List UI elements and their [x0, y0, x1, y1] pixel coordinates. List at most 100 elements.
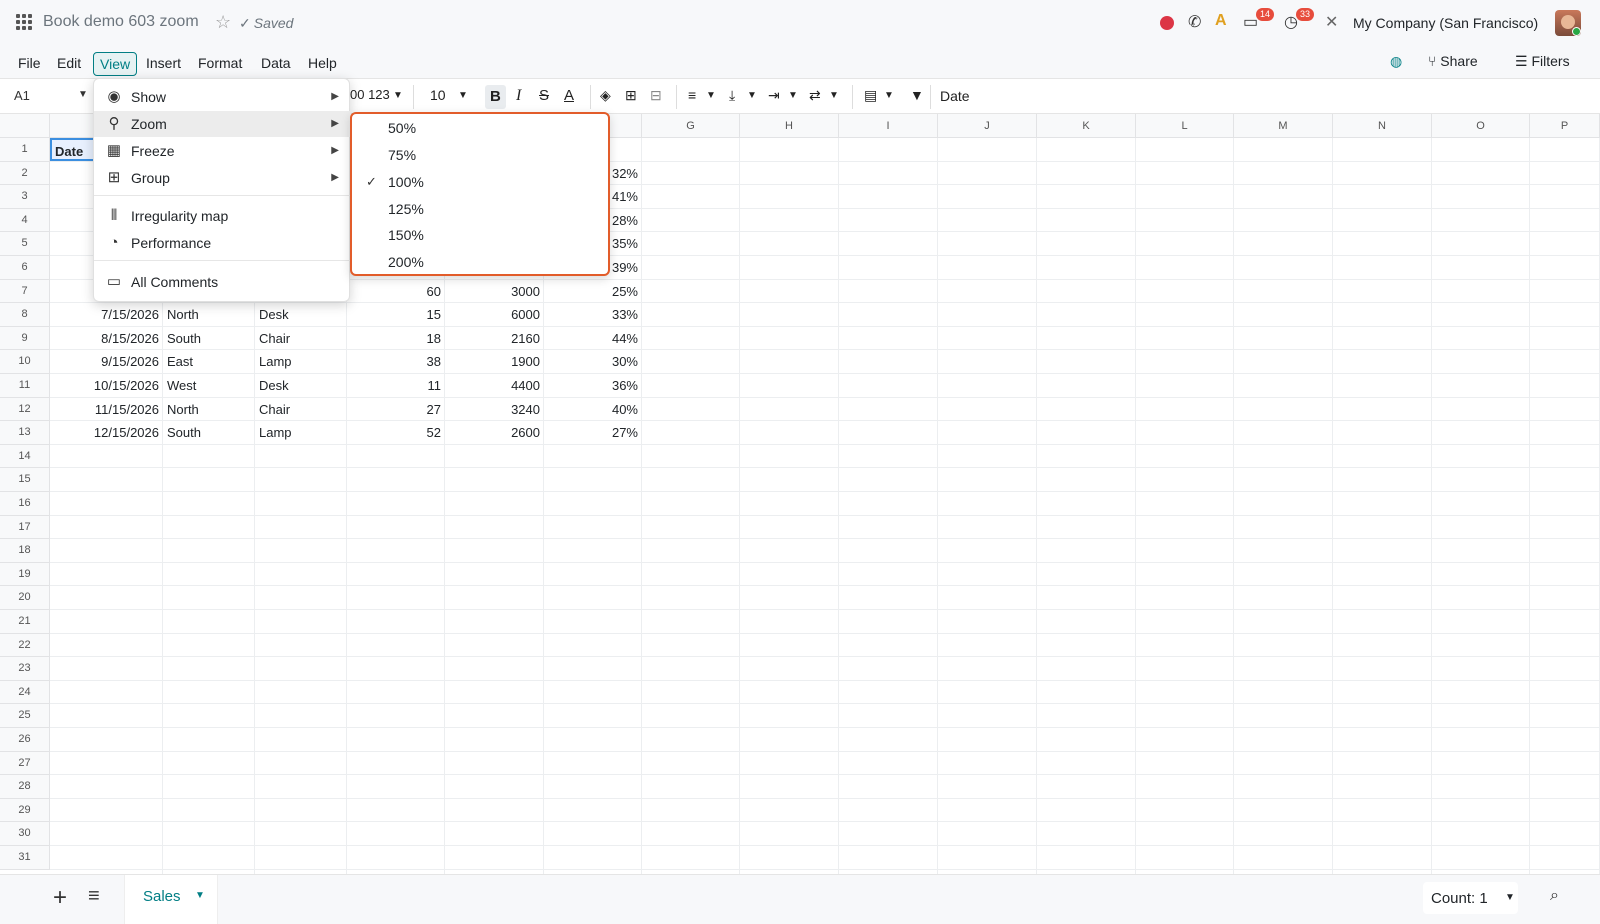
cell[interactable]: Desk [259, 378, 289, 393]
cell[interactable]: 33% [544, 307, 638, 322]
row-header[interactable]: 10 [0, 350, 50, 374]
row-header[interactable]: 22 [0, 633, 50, 658]
document-title[interactable]: Book demo 603 zoom [43, 13, 199, 31]
zoom-option-100[interactable]: ✓ 100% [352, 169, 607, 195]
cell[interactable]: South [167, 425, 201, 440]
zoom-option-50[interactable]: 50% [352, 115, 607, 141]
menu-format[interactable]: Format [192, 52, 248, 74]
row-header[interactable]: 25 [0, 704, 50, 728]
text-color-icon[interactable]: A [564, 87, 574, 104]
chevron-down-icon[interactable]: ▼ [195, 890, 205, 901]
chevron-down-icon[interactable]: ▼ [706, 90, 716, 101]
cell[interactable]: 27 [347, 402, 441, 417]
cell[interactable]: South [167, 331, 201, 346]
row-header[interactable]: 27 [0, 751, 50, 776]
cell[interactable]: East [167, 354, 193, 369]
column-header[interactable]: N [1333, 114, 1432, 138]
cell[interactable]: West [167, 378, 196, 393]
cell[interactable]: 2160 [445, 331, 540, 346]
align-vertical-icon[interactable]: ⤓ [729, 87, 735, 104]
column-header[interactable]: O [1432, 114, 1530, 138]
star-icon[interactable]: ☆ [215, 12, 231, 33]
cell[interactable]: North [167, 402, 199, 417]
row-header[interactable]: 5 [0, 232, 50, 256]
fill-color-icon[interactable]: ◈ [600, 87, 611, 104]
menu-data[interactable]: Data [255, 52, 297, 74]
column-header[interactable]: J [938, 114, 1037, 138]
cell[interactable]: 4400 [445, 378, 540, 393]
cell[interactable]: Desk [259, 307, 289, 322]
filter-icon[interactable]: ▼ [910, 87, 924, 103]
row-header[interactable]: 21 [0, 610, 50, 634]
cell[interactable]: 15 [347, 307, 441, 322]
merge-cells-icon[interactable]: ⊟ [650, 87, 662, 104]
row-header[interactable]: 12 [0, 397, 50, 422]
row-header[interactable]: 28 [0, 775, 50, 799]
data-cleanup-icon[interactable]: ⌕ [1550, 887, 1559, 905]
cell[interactable]: North [167, 307, 199, 322]
row-header[interactable]: 14 [0, 444, 50, 469]
add-sheet-icon[interactable]: + [53, 884, 67, 912]
row-header[interactable]: 11 [0, 374, 50, 398]
cell[interactable]: 10/15/2026 [50, 378, 159, 393]
row-header[interactable]: 3 [0, 185, 50, 209]
ai-icon[interactable]: A [1215, 12, 1227, 30]
menu-insert[interactable]: Insert [140, 52, 187, 74]
strikethrough-icon[interactable]: S [539, 87, 549, 104]
row-header[interactable]: 30 [0, 822, 50, 846]
cell[interactable]: Chair [259, 331, 290, 346]
row-header[interactable]: 17 [0, 515, 50, 540]
cell[interactable]: 12/15/2026 [50, 425, 159, 440]
borders-icon[interactable]: ⊞ [625, 87, 637, 104]
cell[interactable]: 2600 [445, 425, 540, 440]
cell[interactable]: 44% [544, 331, 638, 346]
cell[interactable]: 38 [347, 354, 441, 369]
column-header[interactable]: M [1234, 114, 1333, 138]
share-button[interactable]: ⑂ Share [1428, 53, 1478, 69]
cell[interactable]: 40% [544, 402, 638, 417]
cell[interactable]: 1900 [445, 354, 540, 369]
grid-corner[interactable] [0, 114, 50, 138]
row-header[interactable]: 18 [0, 539, 50, 563]
aggregate-select[interactable]: Count: 1 ▼ [1423, 882, 1518, 914]
chevron-down-icon[interactable]: ▼ [458, 90, 468, 101]
column-header[interactable]: G [642, 114, 740, 138]
row-header[interactable]: 23 [0, 657, 50, 681]
row-header[interactable]: 15 [0, 468, 50, 492]
cell[interactable]: 11/15/2026 [50, 402, 159, 417]
cell[interactable]: 6000 [445, 307, 540, 322]
wrap-icon[interactable]: ⇥ [768, 87, 780, 104]
row-header[interactable]: 4 [0, 208, 50, 233]
row-header[interactable]: 9 [0, 326, 50, 351]
row-header[interactable]: 31 [0, 846, 50, 870]
globe-icon[interactable]: ◍ [1390, 53, 1402, 70]
row-header[interactable]: 19 [0, 562, 50, 587]
avatar[interactable] [1555, 10, 1581, 36]
menu-item-show[interactable]: ◉ Show ▶ [94, 84, 351, 110]
cell-reference[interactable]: A1 [14, 88, 30, 103]
row-header[interactable]: 7 [0, 279, 50, 304]
cell[interactable]: 36% [544, 378, 638, 393]
chevron-down-icon[interactable]: ▼ [78, 89, 88, 100]
record-icon[interactable] [1160, 16, 1174, 30]
apps-grid-icon[interactable] [16, 14, 32, 30]
menu-item-group[interactable]: ⊞ Group ▶ [94, 165, 351, 191]
cell[interactable]: 7/15/2026 [50, 307, 159, 322]
cell[interactable]: Lamp [259, 425, 292, 440]
column-header[interactable]: I [839, 114, 938, 138]
menu-file[interactable]: File [12, 52, 47, 74]
row-header[interactable]: 16 [0, 492, 50, 516]
align-horizontal-icon[interactable]: ≡ [688, 87, 696, 103]
menu-edit[interactable]: Edit [51, 52, 87, 74]
sheet-list-icon[interactable]: ≡ [88, 885, 100, 908]
cell[interactable]: 3240 [445, 402, 540, 417]
chevron-down-icon[interactable]: ▼ [788, 90, 798, 101]
row-header[interactable]: 2 [0, 161, 50, 186]
chevron-down-icon[interactable]: ▼ [747, 90, 757, 101]
row-header[interactable]: 24 [0, 680, 50, 705]
bold-icon[interactable]: B [485, 85, 506, 109]
row-header[interactable]: 13 [0, 421, 50, 445]
column-header[interactable]: L [1136, 114, 1234, 138]
italic-icon[interactable]: I [516, 87, 521, 105]
row-header[interactable]: 26 [0, 728, 50, 752]
